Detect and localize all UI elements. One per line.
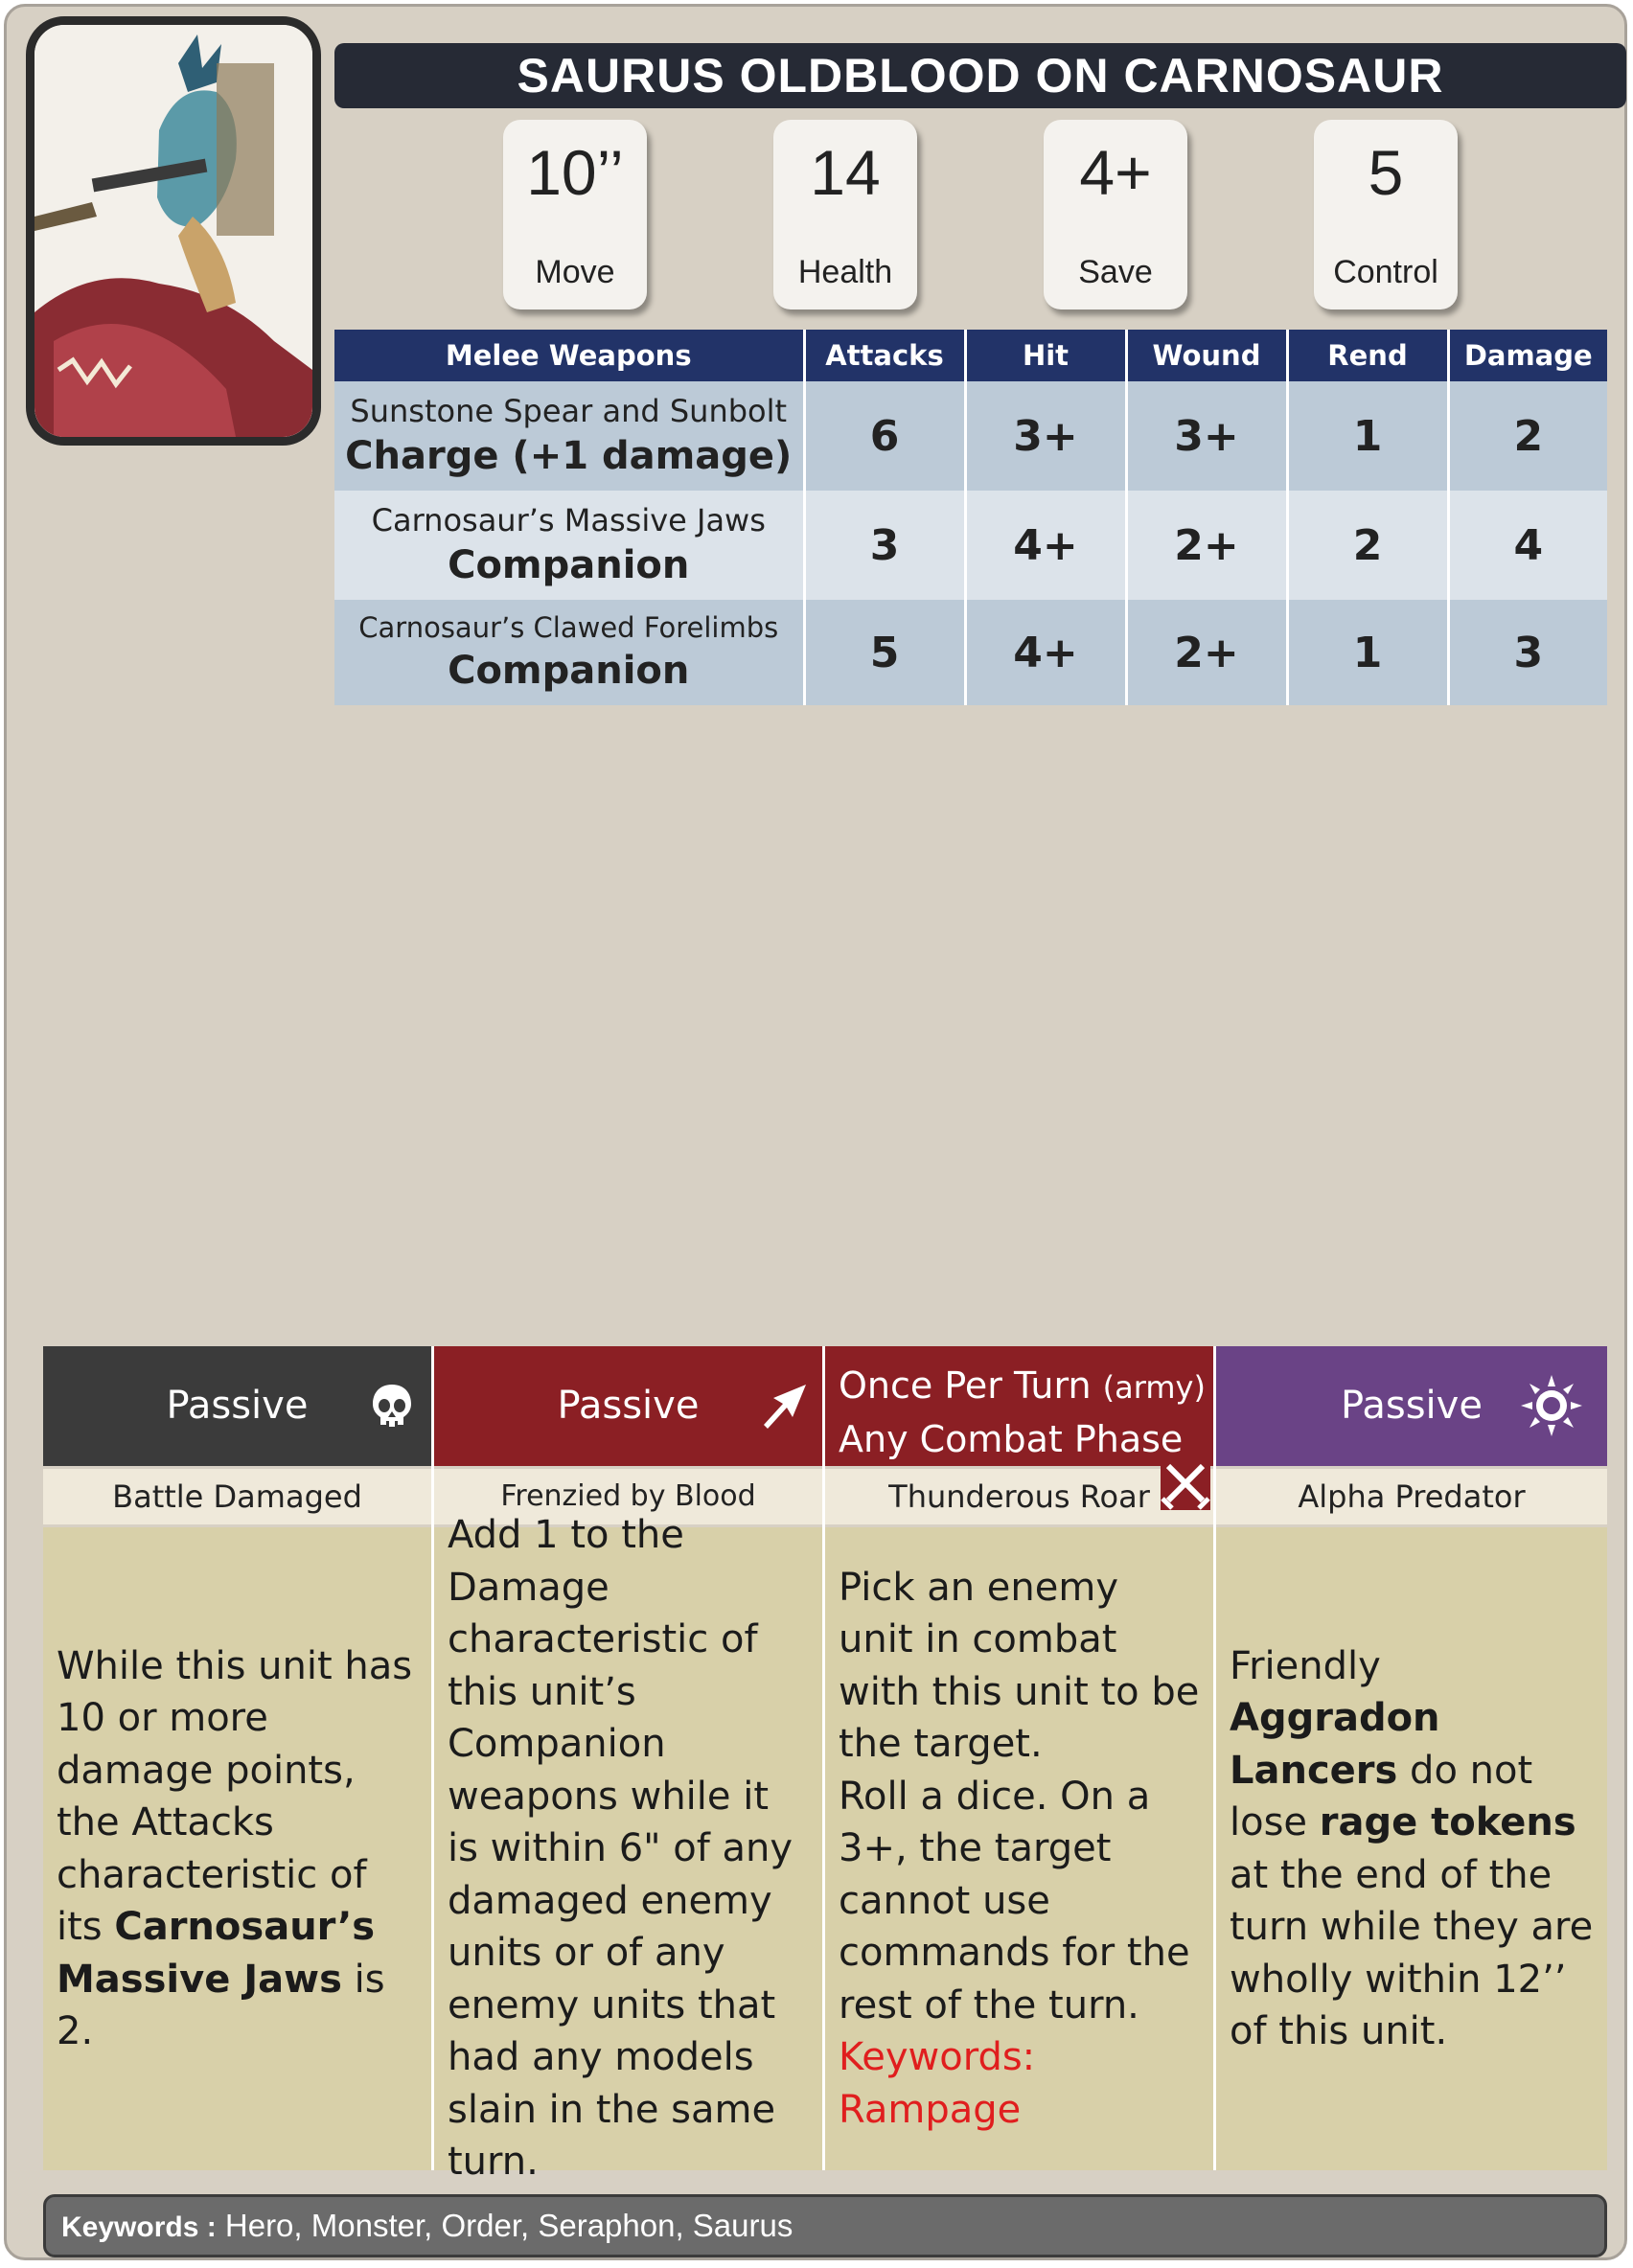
ability-body: Add 1 to the Damage characteristic of th… <box>434 1513 822 2184</box>
ability-timing-scope: (army) <box>1102 1369 1206 1406</box>
table-row: Carnosaur’s Massive Jaws Companion 3 4+ … <box>334 491 1607 600</box>
stat-control-value: 5 <box>1368 137 1404 208</box>
ability-text-part: While this unit has 10 or more damage po… <box>57 1643 413 1950</box>
ability-text-part: Pick an enemy unit in combat with this u… <box>839 1565 1200 1767</box>
header-attacks: Attacks <box>804 330 967 381</box>
ability-text: Add 1 to the Damage characteristic of th… <box>448 1513 794 2185</box>
ability-timing: Once Per Turn <box>839 1364 1092 1407</box>
weapon-hit: 4+ <box>965 491 1128 600</box>
ability-header: Once Per Turn (army) Any Combat Phase <box>825 1346 1213 1466</box>
stat-move: 10’’ Move <box>503 120 647 309</box>
ability-header: Passive <box>43 1346 431 1466</box>
stat-save: 4+ Save <box>1044 120 1187 309</box>
ability-frenzied-by-blood: Passive Frenzied by Blood Add 1 to the D… <box>434 1346 825 2184</box>
weapon-rend: 2 <box>1287 491 1450 600</box>
ability-body: While this unit has 10 or more damage po… <box>43 1527 431 2170</box>
stat-move-value: 10’’ <box>526 137 624 208</box>
table-row: Sunstone Spear and Sunbolt Charge (+1 da… <box>334 381 1607 491</box>
ability-phase: Any Combat Phase <box>839 1418 1184 1460</box>
arrow-icon <box>760 1383 808 1434</box>
weapon-wound: 3+ <box>1126 381 1289 491</box>
weapon-ability: Charge (+1 damage) <box>345 433 793 478</box>
crossed-swords-icon <box>1161 1460 1210 1510</box>
weapon-wound: 2+ <box>1126 491 1289 600</box>
weapon-rend: 1 <box>1287 600 1450 705</box>
ability-body: Friendly Aggradon Lancers do not lose ra… <box>1216 1527 1607 2170</box>
weapon-attacks: 3 <box>804 491 967 600</box>
ability-name: Alpha Predator <box>1216 1469 1607 1524</box>
keywords-bar: Keywords : Hero, Monster, Order, Serapho… <box>43 2194 1607 2257</box>
stat-save-value: 4+ <box>1079 137 1152 208</box>
stat-move-label: Move <box>535 254 615 290</box>
header-rend: Rend <box>1287 330 1450 381</box>
header-melee-weapons: Melee Weapons <box>334 330 806 381</box>
header-hit: Hit <box>965 330 1128 381</box>
keywords-value: Hero, Monster, Order, Seraphon, Saurus <box>216 2208 794 2243</box>
unit-illustration <box>34 25 312 437</box>
stat-health: 14 Health <box>773 120 917 309</box>
ability-header: Passive <box>434 1346 822 1466</box>
ability-type: Once Per Turn (army) Any Combat Phase <box>839 1360 1206 1465</box>
weapon-hit: 4+ <box>965 600 1128 705</box>
ability-header: Passive <box>1216 1346 1607 1466</box>
weapon-ability: Companion <box>448 542 690 587</box>
ability-text-bold: rage tokens <box>1319 1800 1576 1844</box>
header-damage: Damage <box>1448 330 1607 381</box>
header-wound: Wound <box>1126 330 1289 381</box>
weapon-name-cell: Carnosaur’s Massive Jaws Companion <box>334 491 806 600</box>
weapon-name: Sunstone Spear and Sunbolt <box>350 393 788 430</box>
weapon-damage: 4 <box>1448 491 1607 600</box>
stat-control-label: Control <box>1333 254 1438 290</box>
skull-icon <box>371 1383 413 1434</box>
ability-name: Thunderous Roar <box>825 1469 1213 1524</box>
ability-text: Friendly Aggradon Lancers do not lose ra… <box>1230 1640 1594 2058</box>
ability-battle-damaged: Passive Battle Damaged While this unit h… <box>43 1346 434 2170</box>
weapon-name-cell: Sunstone Spear and Sunbolt Charge (+1 da… <box>334 381 806 491</box>
table-header-row: Melee Weapons Attacks Hit Wound Rend Dam… <box>334 330 1607 381</box>
weapon-damage: 3 <box>1448 600 1607 705</box>
weapon-name: Carnosaur’s Massive Jaws <box>371 502 766 539</box>
ability-thunderous-roar: Once Per Turn (army) Any Combat Phase Th… <box>825 1346 1216 2170</box>
stat-save-label: Save <box>1078 254 1153 290</box>
abilities-panel: Passive Battle Damaged While this unit h… <box>43 1346 1607 2184</box>
ability-alpha-predator: Passive Alpha Predator Friendly Aggradon… <box>1216 1346 1607 2170</box>
stat-health-value: 14 <box>810 137 881 208</box>
ability-text-part: Friendly <box>1230 1643 1381 1688</box>
stat-health-label: Health <box>797 254 893 290</box>
keywords-label: Keywords : <box>61 2211 217 2243</box>
unit-title: SAURUS OLDBLOOD ON CARNOSAUR <box>334 43 1626 108</box>
stat-control: 5 Control <box>1314 120 1458 309</box>
weapon-hit: 3+ <box>965 381 1128 491</box>
weapon-attacks: 6 <box>804 381 967 491</box>
sun-icon <box>1521 1375 1582 1440</box>
weapon-name: Carnosaur’s Clawed Forelimbs <box>358 611 779 645</box>
ability-body: Pick an enemy unit in combat with this u… <box>825 1527 1213 2170</box>
ability-text: Pick an enemy unit in combat with this u… <box>839 1562 1200 2137</box>
weapon-damage: 2 <box>1448 381 1607 491</box>
ability-name: Battle Damaged <box>43 1469 431 1524</box>
ability-text: While this unit has 10 or more damage po… <box>57 1640 418 2058</box>
ability-keywords: Keywords: Rampage <box>839 2035 1036 2132</box>
weapon-name-cell: Carnosaur’s Clawed Forelimbs Companion <box>334 600 806 705</box>
melee-weapons-table: Melee Weapons Attacks Hit Wound Rend Dam… <box>334 330 1607 705</box>
weapon-ability: Companion <box>448 648 690 693</box>
weapon-rend: 1 <box>1287 381 1450 491</box>
weapon-wound: 2+ <box>1126 600 1289 705</box>
ability-text-part: Roll a dice. On a 3+, the target cannot … <box>839 1774 1190 2027</box>
unit-portrait <box>26 16 321 446</box>
warscroll-card: SAURUS OLDBLOOD ON CARNOSAUR 10’’ Move 1… <box>4 4 1627 2260</box>
table-row: Carnosaur’s Clawed Forelimbs Companion 5… <box>334 600 1607 705</box>
ability-text-part: at the end of the turn while they are wh… <box>1230 1852 1594 2054</box>
weapon-attacks: 5 <box>804 600 967 705</box>
